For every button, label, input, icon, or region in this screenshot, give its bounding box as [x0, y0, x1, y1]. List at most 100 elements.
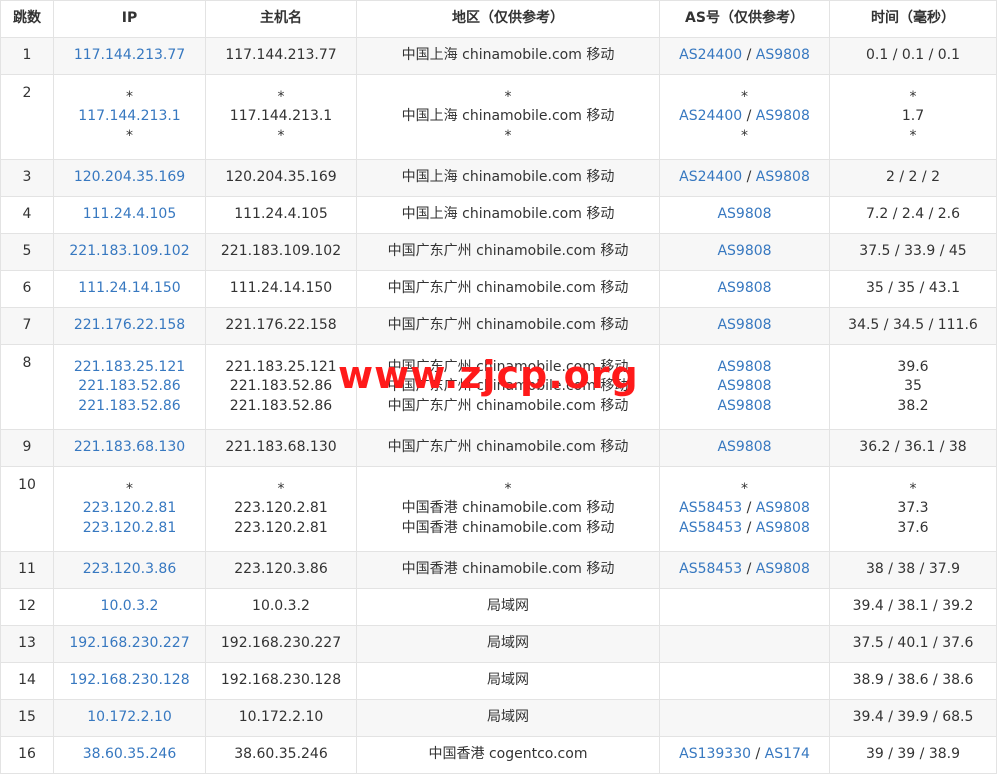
as-line: AS139330 / AS174 [660, 745, 829, 765]
ip-link[interactable]: 117.144.213.1 [54, 107, 205, 127]
latency-text: 36.2 / 36.1 / 38 [859, 439, 967, 456]
hop-cell: 7 [0, 307, 54, 345]
ip-cell: * 117.144.213.1 * [53, 74, 206, 160]
col-header-time: 时间（毫秒） [829, 0, 997, 38]
as-line: AS9808 [660, 242, 829, 262]
as-link[interactable]: AS24400 [679, 47, 742, 63]
ip-link[interactable]: 117.144.213.77 [54, 46, 205, 66]
as-link[interactable]: AS9808 [717, 243, 771, 259]
as-separator: / [751, 746, 765, 763]
region-text: 局域网 [487, 709, 529, 726]
as-line: AS9808 [660, 205, 829, 225]
as-link[interactable]: AS9808 [756, 500, 810, 516]
as-link[interactable]: AS58453 [679, 500, 742, 516]
as-cell: AS9808 [659, 429, 830, 467]
latency-cell: 39.6 35 38.2 [829, 344, 997, 430]
col-header-as: AS号（仅供参考） [659, 0, 830, 38]
as-link[interactable]: AS9808 [717, 439, 771, 455]
region-cell: 中国香港 cogentco.com [356, 736, 660, 774]
as-link[interactable]: AS58453 [679, 520, 742, 536]
ip-link[interactable]: 192.168.230.227 [54, 634, 205, 654]
col-header-hop: 跳数 [0, 0, 54, 38]
latency-cell: 7.2 / 2.4 / 2.6 [829, 196, 997, 234]
as-link[interactable]: AS9808 [756, 561, 810, 577]
as-separator: / [742, 108, 756, 125]
ip-link[interactable]: 10.172.2.10 [54, 708, 205, 728]
latency-text: 38.2 [897, 397, 929, 414]
ip-link[interactable]: 38.60.35.246 [54, 745, 205, 765]
as-link[interactable]: AS9808 [717, 398, 771, 414]
ip-link[interactable]: 221.183.52.86 [54, 397, 205, 417]
region-cell: * 中国香港 chinamobile.com 移动 中国香港 chinamobile… [356, 466, 660, 552]
ip-link[interactable]: 221.183.25.121 [54, 358, 205, 378]
region-text: 中国香港 chinamobile.com 移动 [401, 561, 615, 578]
as-link[interactable]: AS9808 [717, 206, 771, 222]
as-link[interactable]: AS24400 [679, 108, 742, 124]
ip-cell: 221.183.109.102 [53, 233, 206, 271]
col-header-ip: IP [53, 0, 206, 38]
ip-link[interactable]: 10.0.3.2 [54, 597, 205, 617]
latency-cell: 37.5 / 40.1 / 37.6 [829, 625, 997, 663]
as-link[interactable]: AS139330 [679, 746, 751, 762]
ip-link[interactable]: 221.176.22.158 [54, 316, 205, 336]
region-text: 中国上海 chinamobile.com 移动 [401, 47, 615, 64]
as-link[interactable]: AS174 [765, 746, 810, 762]
as-line: AS9808 [660, 438, 829, 458]
ip-link[interactable]: 111.24.4.105 [54, 205, 205, 225]
hostname-cell: 10.0.3.2 [205, 588, 357, 626]
hop-cell: 3 [0, 159, 54, 197]
as-line: AS9808 [660, 377, 829, 397]
hostname-text: 221.176.22.158 [225, 317, 337, 334]
ip-link[interactable]: 221.183.68.130 [54, 438, 205, 458]
ip-link[interactable]: 221.183.109.102 [54, 242, 205, 262]
hostname-text: 221.183.68.130 [225, 439, 337, 456]
latency-text: 37.6 [897, 519, 929, 536]
as-link[interactable]: AS9808 [717, 317, 771, 333]
ip-link[interactable]: 221.183.52.86 [54, 377, 205, 397]
as-cell: AS24400 / AS9808 [659, 159, 830, 197]
as-link[interactable]: AS58453 [679, 561, 742, 577]
region-text: 中国上海 chinamobile.com 移动 [401, 169, 615, 186]
timeout-marker: * [909, 127, 917, 144]
as-line: AS24400 / AS9808 [660, 46, 829, 66]
as-link[interactable]: AS24400 [679, 169, 742, 185]
latency-text: 35 [904, 378, 922, 395]
latency-text: 2 / 2 / 2 [886, 169, 940, 186]
region-text: 中国广东广州 chinamobile.com 移动 [387, 358, 629, 375]
hostname-text: 221.183.25.121 [225, 358, 337, 375]
hostname-cell: 192.168.230.128 [205, 662, 357, 700]
as-cell [659, 662, 830, 700]
hostname-text: 111.24.4.105 [234, 206, 328, 223]
timeout-marker: * [741, 88, 748, 105]
ip-link[interactable]: 223.120.2.81 [54, 499, 205, 519]
table-row: 5 221.183.109.102 221.183.109.102 中国广东广州 ch… [0, 233, 997, 271]
as-link[interactable]: AS9808 [756, 108, 810, 124]
as-link[interactable]: AS9808 [717, 378, 771, 394]
latency-text: 39.4 / 39.9 / 68.5 [852, 709, 974, 726]
as-cell [659, 699, 830, 737]
ip-link[interactable]: 223.120.2.81 [54, 519, 205, 539]
as-link[interactable]: AS9808 [717, 359, 771, 375]
as-line: AS24400 / AS9808 [660, 107, 829, 127]
region-cell: 中国广东广州 chinamobile.com 移动 [356, 233, 660, 271]
as-line: AS9808 [660, 279, 829, 299]
ip-link[interactable]: 120.204.35.169 [54, 168, 205, 188]
ip-link[interactable]: 223.120.3.86 [54, 560, 205, 580]
as-link[interactable]: AS9808 [756, 169, 810, 185]
ip-link[interactable]: 192.168.230.128 [54, 671, 205, 691]
ip-link[interactable]: 111.24.14.150 [54, 279, 205, 299]
hostname-cell: 192.168.230.227 [205, 625, 357, 663]
as-line: AS9808 [660, 358, 829, 378]
hostname-cell: 111.24.4.105 [205, 196, 357, 234]
as-link[interactable]: AS9808 [756, 47, 810, 63]
ip-cell: 221.183.25.121 221.183.52.86 221.183.52.86 [53, 344, 206, 430]
hop-cell: 8 [0, 344, 54, 430]
as-link[interactable]: AS9808 [717, 280, 771, 296]
ip-cell: 111.24.14.150 [53, 270, 206, 308]
as-link[interactable]: AS9808 [756, 520, 810, 536]
ip-cell: 221.183.68.130 [53, 429, 206, 467]
as-line: AS9808 [660, 316, 829, 336]
region-text: 局域网 [487, 598, 529, 615]
as-cell [659, 625, 830, 663]
ip-cell: 120.204.35.169 [53, 159, 206, 197]
